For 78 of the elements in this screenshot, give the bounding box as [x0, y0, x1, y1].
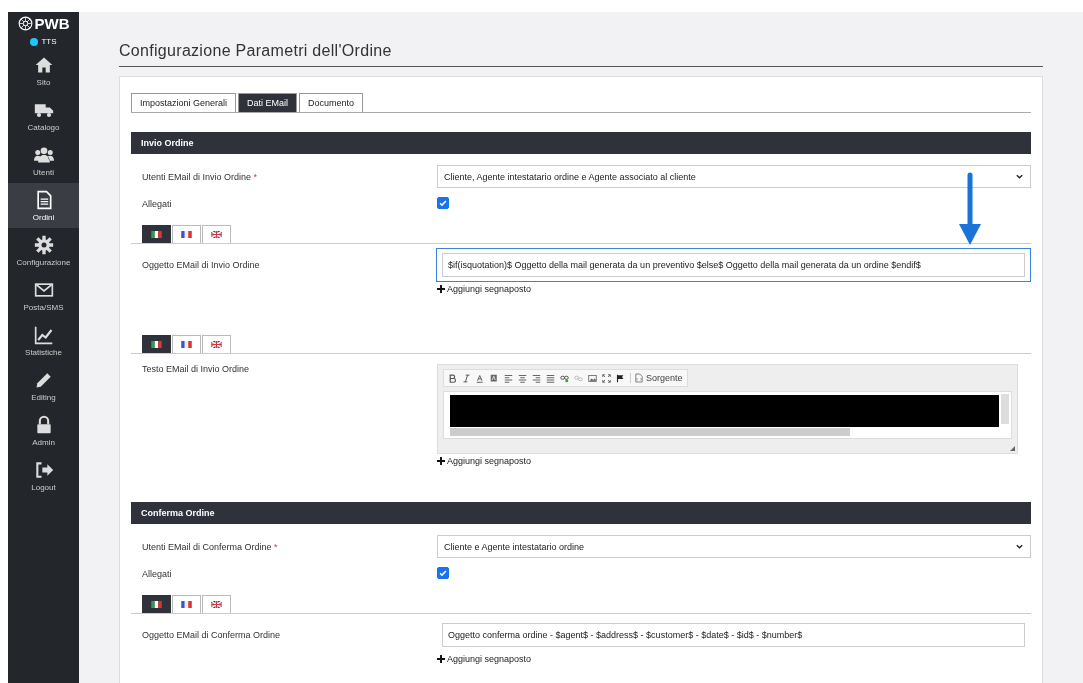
add-placeholder-link[interactable]: Aggiungi segnaposto: [437, 654, 532, 664]
link-icon[interactable]: [560, 373, 569, 383]
language-tab[interactable]: [142, 225, 171, 243]
italian-flag-icon: [151, 231, 162, 238]
language-tab[interactable]: [142, 595, 171, 613]
french-flag-icon: [181, 341, 192, 348]
sidebar-item[interactable]: Sito: [8, 48, 79, 93]
italian-flag-icon: [151, 341, 162, 348]
align-right-icon[interactable]: [532, 373, 541, 383]
field-label: Testo EMail di Invio Ordine: [142, 364, 251, 374]
chevron-down-icon: [1015, 542, 1024, 551]
select-field[interactable]: Cliente e Agente intestatario ordine: [437, 535, 1031, 558]
tab[interactable]: Impostazioni Generali: [131, 93, 237, 112]
logo-icon: [17, 16, 33, 31]
background-color-icon[interactable]: [490, 373, 499, 383]
align-left-icon[interactable]: [504, 373, 513, 383]
status-dot: [30, 37, 39, 46]
french-flag-icon: [181, 601, 192, 608]
tab[interactable]: Dati EMail: [238, 93, 298, 112]
gear-icon: [33, 234, 54, 255]
source-button[interactable]: Sorgente: [630, 373, 683, 383]
vertical-scrollbar[interactable]: [1001, 394, 1009, 424]
logout-icon: [33, 459, 54, 480]
british-flag-icon: [211, 231, 222, 238]
field-label: Allegati: [142, 569, 173, 579]
field-label: Oggetto EMail di Conferma Ordine: [142, 629, 282, 640]
french-flag-icon: [181, 231, 192, 238]
add-placeholder-link[interactable]: Aggiungi segnaposto: [437, 284, 532, 294]
text-color-icon[interactable]: [476, 373, 485, 383]
bold-icon[interactable]: [448, 373, 457, 383]
required-mark: *: [253, 171, 258, 182]
sidebar-item[interactable]: Admin: [8, 408, 79, 453]
tab[interactable]: Documento: [299, 93, 364, 112]
plus-icon: [437, 285, 445, 293]
field-label: Utenti EMail di Invio Ordine: [142, 171, 252, 182]
resize-handle-icon[interactable]: [1010, 446, 1015, 451]
chart-icon: [33, 324, 54, 345]
sidebar-item[interactable]: Ordini: [8, 183, 79, 228]
sidebar-item[interactable]: Configurazione: [8, 228, 79, 273]
field-label: Allegati: [142, 199, 173, 209]
logo: PWB: [17, 12, 70, 32]
sidebar-item[interactable]: Utenti: [8, 138, 79, 183]
status-label: TTS: [41, 37, 57, 46]
sidebar-item[interactable]: Statistiche: [8, 318, 79, 363]
language-tab[interactable]: [172, 595, 201, 613]
flag-icon[interactable]: [616, 373, 625, 383]
image-icon[interactable]: [588, 373, 597, 383]
checkbox[interactable]: [437, 197, 449, 209]
british-flag-icon: [211, 341, 222, 348]
language-tab[interactable]: [142, 335, 171, 353]
field-label: Utenti EMail di Conferma Ordine: [142, 541, 272, 552]
text-field[interactable]: $if(isquotation)$ Oggetto della mail generata da un preventivo $else$ Oggetto della mail generata da un ordine $endif$: [442, 253, 1025, 277]
sidebar-item[interactable]: Editing: [8, 363, 79, 408]
field-label: Oggetto EMail di Invio Ordine: [142, 259, 261, 270]
sidebar-item[interactable]: Logout: [8, 453, 79, 498]
checkbox[interactable]: [437, 567, 449, 579]
section-header: Conferma Ordine: [131, 502, 1031, 524]
required-mark: *: [274, 541, 278, 552]
align-center-icon[interactable]: [518, 373, 527, 383]
section-header: Invio Ordine: [131, 132, 1031, 154]
plus-icon: [437, 655, 445, 663]
page-title: Configurazione Parametri dell'Ordine: [119, 42, 1043, 67]
select-field[interactable]: Cliente, Agente intestatario ordine e Agente associato al cliente: [437, 165, 1031, 188]
maximize-icon[interactable]: [602, 373, 611, 383]
plus-icon: [437, 457, 445, 465]
british-flag-icon: [211, 601, 222, 608]
add-placeholder-link[interactable]: Aggiungi segnaposto: [437, 456, 532, 466]
italian-flag-icon: [151, 601, 162, 608]
document-icon: [635, 373, 643, 383]
sidebar-item[interactable]: Catalogo: [8, 93, 79, 138]
horizontal-scrollbar[interactable]: [450, 428, 850, 436]
justify-icon[interactable]: [546, 373, 555, 383]
sidebar-item[interactable]: Posta/SMS: [8, 273, 79, 318]
italic-icon[interactable]: [462, 373, 471, 383]
chevron-down-icon: [1015, 172, 1024, 181]
language-tab[interactable]: [172, 335, 201, 353]
text-field[interactable]: Oggetto conferma ordine - $agent$ - $address$ - $customer$ - $date$ - $id$ - $number$: [442, 623, 1025, 647]
language-tab[interactable]: [172, 225, 201, 243]
